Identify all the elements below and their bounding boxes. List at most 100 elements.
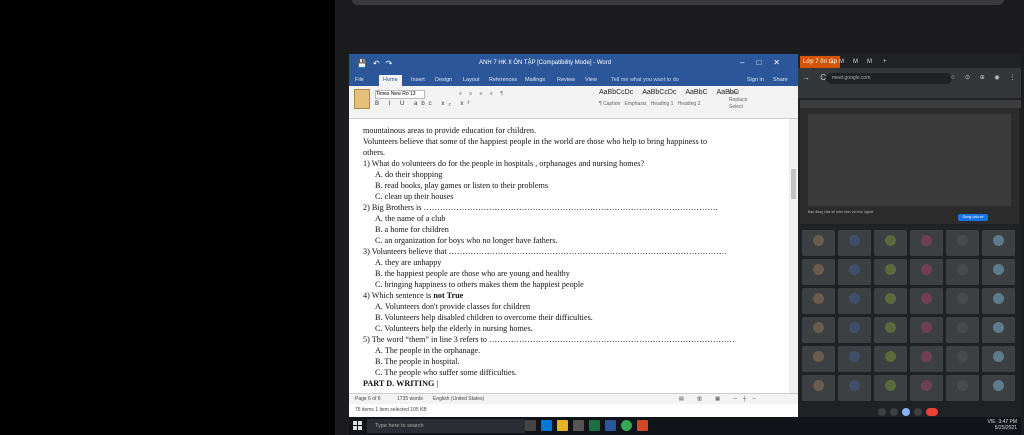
tab-design[interactable]: Design	[435, 77, 452, 83]
store-icon[interactable]	[573, 420, 584, 431]
windows-start-icon[interactable]	[353, 421, 362, 430]
file-explorer-icon[interactable]	[557, 420, 568, 431]
participant-tile[interactable]	[874, 346, 907, 372]
participant-tile[interactable]	[874, 288, 907, 314]
signin-link[interactable]: Sign in	[747, 77, 764, 83]
participant-tile[interactable]	[982, 375, 1015, 401]
style-emphasis[interactable]: AaBbCcDc	[642, 89, 676, 96]
style-heading1[interactable]: AaBbC	[685, 89, 707, 96]
participant-grid	[800, 226, 1019, 406]
participant-tile[interactable]	[910, 317, 943, 343]
find-button[interactable]: Find	[729, 90, 747, 97]
participant-tile[interactable]	[838, 346, 871, 372]
extension-icons[interactable]: ☆ ⊙ ⊕ ◉ ⋮	[950, 74, 1019, 81]
system-tray[interactable]: VIE 3:47 PM 5/25/2021	[988, 419, 1017, 431]
participant-tile[interactable]	[910, 346, 943, 372]
participant-tile[interactable]	[874, 259, 907, 285]
mic-icon[interactable]	[878, 408, 886, 416]
format-buttons[interactable]: B I U abc x₂ x²	[375, 101, 473, 107]
document-text[interactable]: mountainous areas to provide education f…	[363, 125, 783, 389]
participant-tile[interactable]	[910, 230, 943, 256]
browser-tab-1[interactable]: Lớp 7 ôn tập	[800, 56, 840, 68]
word-icon[interactable]	[605, 420, 616, 431]
paragraph-buttons[interactable]: ≡ ≡ ≡ ≡ ¶	[459, 91, 506, 97]
participant-tile[interactable]	[802, 288, 835, 314]
bookmarks-bar	[798, 90, 1021, 98]
participant-tile[interactable]	[838, 317, 871, 343]
tab-view[interactable]: View	[585, 77, 597, 83]
tab-review[interactable]: Review	[557, 77, 575, 83]
edge-icon[interactable]	[541, 420, 552, 431]
vertical-scrollbar[interactable]	[789, 119, 798, 393]
participant-tile[interactable]	[874, 375, 907, 401]
participant-tile[interactable]	[838, 230, 871, 256]
lines-line: C. clean up their houses	[375, 192, 454, 201]
participant-tile[interactable]	[802, 259, 835, 285]
excel-icon[interactable]	[589, 420, 600, 431]
participant-tile[interactable]	[802, 346, 835, 372]
explorer-status-text: 75 items 1 item selected 105 KB	[355, 407, 427, 413]
powerpoint-icon[interactable]	[637, 420, 648, 431]
participant-tile[interactable]	[946, 346, 979, 372]
participant-tile[interactable]	[838, 375, 871, 401]
browser-tab-4[interactable]: M	[864, 56, 875, 68]
present-icon[interactable]	[902, 408, 910, 416]
participant-tile[interactable]	[910, 259, 943, 285]
explorer-status: 75 items 1 item selected 105 KB	[349, 404, 798, 417]
lines2-line: B. The people in hospital.	[375, 357, 460, 366]
participant-tile[interactable]	[946, 230, 979, 256]
quick-access-icons[interactable]: 💾↶↷	[357, 59, 398, 68]
browser-tab-3[interactable]: M	[850, 56, 861, 68]
document-page[interactable]: mountainous areas to provide education f…	[349, 119, 789, 393]
participant-tile[interactable]	[874, 230, 907, 256]
participant-tile[interactable]	[838, 288, 871, 314]
scroll-thumb[interactable]	[791, 169, 796, 199]
stop-sharing-button[interactable]: Dừng chia sẻ	[958, 214, 988, 221]
participant-tile[interactable]	[874, 317, 907, 343]
tab-mailings[interactable]: Mailings	[525, 77, 545, 83]
black-margin	[0, 0, 335, 435]
participant-tile[interactable]	[910, 375, 943, 401]
tab-file[interactable]: File	[355, 77, 364, 83]
styles-gallery[interactable]: AaBbCcDc AaBbCcDc AaBbC AaBbC	[599, 89, 746, 96]
chrome-icon[interactable]	[621, 420, 632, 431]
address-bar-row: → C meet.google.com ☆ ⊙ ⊕ ◉ ⋮	[798, 68, 1021, 90]
share-button[interactable]: Share	[773, 77, 788, 83]
participant-avatar	[993, 380, 1004, 391]
participant-tile[interactable]	[982, 230, 1015, 256]
participant-tile[interactable]	[838, 259, 871, 285]
select-button[interactable]: Select	[729, 104, 747, 111]
participant-tile[interactable]	[982, 288, 1015, 314]
camera-icon[interactable]	[890, 408, 898, 416]
tab-insert[interactable]: Insert	[411, 77, 425, 83]
replace-button[interactable]: Replace	[729, 97, 747, 104]
participant-tile[interactable]	[910, 288, 943, 314]
paste-icon[interactable]	[354, 89, 370, 109]
style-caption[interactable]: AaBbCcDc	[599, 89, 633, 96]
participant-tile[interactable]	[982, 317, 1015, 343]
participant-tile[interactable]	[802, 317, 835, 343]
new-tab-button[interactable]: +	[880, 56, 890, 68]
participant-tile[interactable]	[982, 346, 1015, 372]
taskbar-search[interactable]: Type here to search	[367, 419, 525, 433]
participant-tile[interactable]	[802, 230, 835, 256]
participant-tile[interactable]	[802, 375, 835, 401]
participant-tile[interactable]	[946, 375, 979, 401]
tab-references[interactable]: References	[489, 77, 517, 83]
task-view-icon[interactable]	[525, 420, 536, 431]
participant-avatar	[849, 380, 860, 391]
url-box[interactable]: meet.google.com	[826, 73, 952, 84]
tab-home[interactable]: Home	[379, 75, 402, 86]
participant-tile[interactable]	[946, 259, 979, 285]
font-name-box[interactable]: Times New Ro 13	[375, 90, 425, 99]
window-controls-icon[interactable]: –□✕	[740, 58, 792, 67]
participant-tile[interactable]	[946, 288, 979, 314]
tell-me-search[interactable]: Tell me what you want to do	[611, 77, 679, 83]
more-options-icon[interactable]	[914, 408, 922, 416]
end-call-icon[interactable]	[926, 408, 938, 416]
tab-layout[interactable]: Layout	[463, 77, 480, 83]
participant-tile[interactable]	[946, 317, 979, 343]
view-buttons[interactable]: ▤ ▥ ▦ ─┼─	[679, 396, 762, 402]
browser-tab-2[interactable]: M	[836, 56, 847, 68]
participant-tile[interactable]	[982, 259, 1015, 285]
